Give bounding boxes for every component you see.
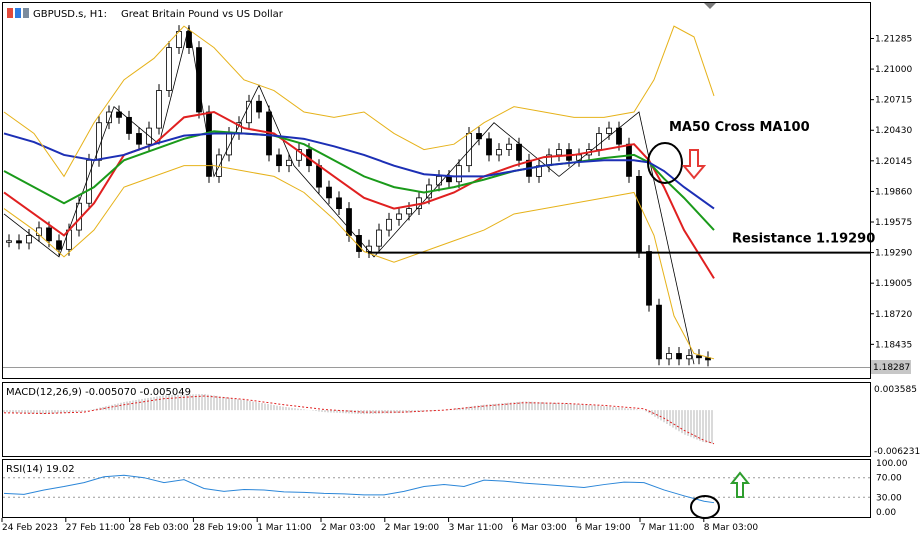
rsi-line — [3, 474, 715, 504]
time-tick-label: 8 Mar 03:00 — [704, 523, 759, 533]
macd-signal-line — [3, 395, 715, 445]
current-price-value: 1.18287 — [873, 363, 910, 373]
header-icons — [7, 8, 29, 18]
candle-body — [136, 133, 142, 145]
candle-body — [636, 175, 642, 252]
shift-marker-icon[interactable] — [704, 3, 716, 9]
candle-body — [226, 133, 232, 156]
candle-body — [96, 122, 102, 161]
price-tick-label: 1.19860 — [875, 187, 912, 197]
candle-body — [466, 133, 472, 167]
time-tick-label: 24 Feb 2023 — [2, 523, 58, 533]
candle-body — [56, 240, 62, 250]
macd-scale-top: 0.003585 — [874, 385, 917, 395]
candle-body — [676, 353, 682, 360]
macd-scale-bottom: -0.006231 — [874, 447, 920, 457]
candle-body — [576, 154, 582, 161]
candle-body — [346, 208, 352, 236]
candle-body — [376, 229, 382, 247]
candle-body — [616, 127, 622, 145]
candle-body — [386, 218, 392, 231]
candle-body — [6, 240, 12, 243]
price-tick-label: 1.18720 — [875, 310, 912, 320]
candle-body — [686, 355, 692, 360]
candle-body — [276, 154, 282, 167]
candle-body — [486, 138, 492, 156]
candle-body — [86, 159, 92, 204]
price-tick-label: 1.19575 — [875, 218, 912, 228]
candle-body — [336, 197, 342, 209]
time-tick-label: 28 Feb 19:00 — [193, 523, 252, 533]
candle-body — [696, 355, 702, 359]
time-tick-label: 2 Mar 19:00 — [385, 523, 440, 533]
up-arrow-icon — [729, 471, 751, 498]
price-tick-label: 1.18435 — [875, 340, 912, 350]
time-tick-label: 27 Feb 11:00 — [66, 523, 125, 533]
rsi-level-label: 30.00 — [876, 493, 902, 503]
time-tick-label: 2 Mar 03:00 — [321, 523, 376, 533]
oversold-circle — [690, 495, 720, 519]
candle-body — [126, 116, 132, 134]
candle-body — [396, 213, 402, 220]
time-tick-label: 28 Feb 03:00 — [130, 523, 189, 533]
rsi-axis: 100.00 70.00 30.00 0.00 — [876, 459, 908, 518]
price-tick-label: 1.20715 — [875, 96, 912, 106]
candle-body — [496, 149, 502, 156]
down-arrow-icon — [681, 149, 707, 180]
time-tick-label: 7 Mar 11:00 — [640, 523, 695, 533]
time-tick-label: 6 Mar 19:00 — [576, 523, 631, 533]
price-tick-label: 1.19005 — [875, 279, 912, 289]
candle-body — [166, 47, 172, 91]
candle-body — [256, 100, 262, 113]
symbol-label: GBPUSD.s, H1: — [33, 9, 107, 20]
candle-body — [286, 159, 292, 167]
candle-body — [46, 227, 52, 242]
time-tick-label: 6 Mar 03:00 — [512, 523, 567, 533]
time-axis: 24 Feb 2023 27 Feb 11:00 28 Feb 03:00 28 Fe… — [1, 518, 759, 533]
candle-body — [646, 251, 652, 306]
candle-body — [316, 165, 322, 188]
candle-body — [326, 186, 332, 199]
indicator-ma_green — [3, 130, 715, 231]
time-tick-label: 3 Mar 11:00 — [449, 523, 504, 533]
candle-body — [16, 240, 22, 244]
symbol-description: Great Britain Pound vs US Dollar — [121, 9, 284, 20]
price-plot — [3, 25, 715, 367]
cross-highlight-circle — [647, 142, 683, 184]
price-axis: 1.21285 1.21000 1.20715 1.20430 1.20145 1.198… — [870, 34, 912, 350]
resistance-label: Resistance 1.19290 — [732, 232, 875, 247]
price-tick-label: 1.19290 — [875, 249, 912, 259]
rsi-label: RSI(14) 19.02 — [6, 464, 75, 475]
candle-body — [446, 175, 452, 183]
candle-body — [556, 149, 562, 156]
rsi-level-label: 70.00 — [876, 474, 902, 484]
cross-label: MA50 Cross MA100 — [669, 120, 810, 135]
candle-body — [516, 143, 522, 161]
candle-body — [666, 353, 672, 360]
time-tick-label: 1 Mar 11:00 — [257, 523, 312, 533]
candle-body — [656, 304, 662, 360]
price-tick-label: 1.21285 — [875, 34, 912, 44]
candle-body — [506, 143, 512, 150]
candle-body — [596, 133, 602, 150]
price-tick-label: 1.20145 — [875, 157, 912, 167]
rsi-level-label: 100.00 — [876, 459, 908, 469]
rsi-level-label: 0.00 — [876, 508, 896, 518]
candle-body — [116, 111, 122, 118]
candle-body — [606, 127, 612, 134]
price-tick-label: 1.20430 — [875, 126, 912, 136]
candle-body — [26, 235, 32, 244]
zigzag-line — [3, 26, 695, 365]
candle-body — [406, 208, 412, 215]
chart-canvas: GBPUSD.s, H1: Great Britain Pound vs US … — [1, 2, 920, 533]
candle-body — [156, 90, 162, 129]
candle-body — [456, 165, 462, 183]
chart-window: GBPUSD.s, H1: Great Britain Pound vs US … — [0, 0, 923, 538]
candle-body — [196, 47, 202, 113]
candle-body — [246, 100, 252, 124]
macd-plot — [3, 394, 715, 445]
price-tick-label: 1.21000 — [875, 65, 912, 75]
